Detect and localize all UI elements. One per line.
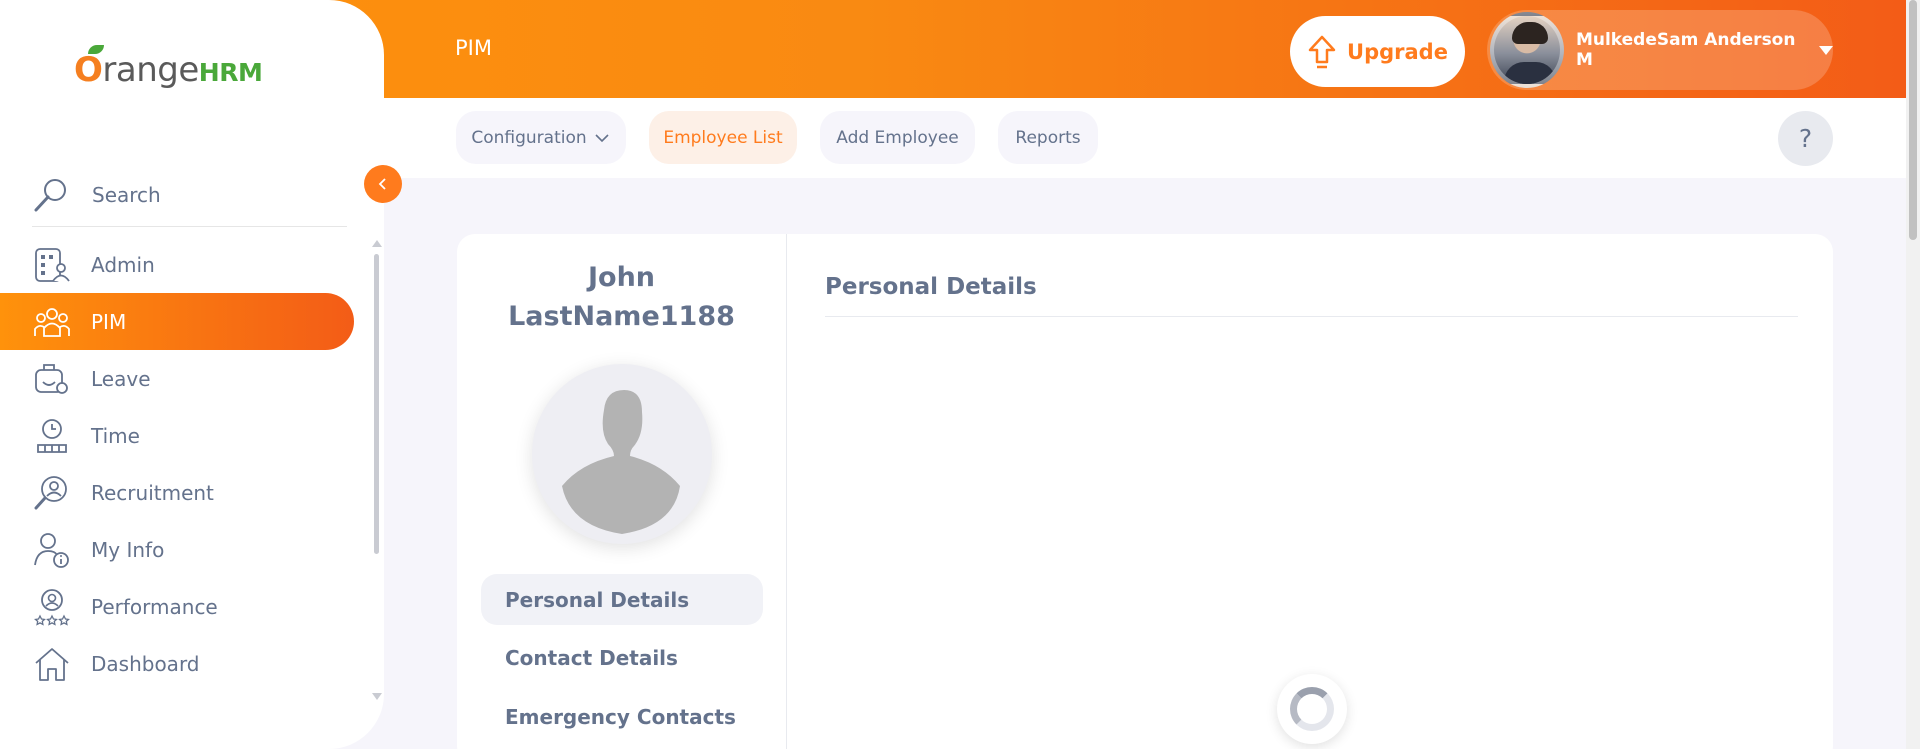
section-divider xyxy=(825,316,1798,317)
sidebar-item-label: Admin xyxy=(91,252,155,277)
sidebar-search[interactable]: Search xyxy=(32,163,347,227)
tab-label: Contact Details xyxy=(505,645,678,670)
top-subnav: Configuration Employee List Add Employee… xyxy=(384,98,1906,178)
upgrade-label: Upgrade xyxy=(1347,39,1448,64)
subnav-employee-list-label: Employee List xyxy=(663,127,783,148)
collapse-sidebar-button[interactable] xyxy=(364,165,402,203)
employee-profile-picture[interactable] xyxy=(532,364,712,544)
logo-hrm: HRM xyxy=(198,58,263,87)
performance-icon xyxy=(34,588,70,626)
sidebar-item-performance[interactable]: Performance xyxy=(0,578,354,635)
sidebar-item-label: Dashboard xyxy=(91,651,200,676)
tab-personal-details[interactable]: Personal Details xyxy=(481,574,763,625)
window-scroll-thumb[interactable] xyxy=(1909,0,1917,240)
logo-range: range xyxy=(102,50,199,90)
search-icon xyxy=(34,178,66,211)
time-icon xyxy=(37,418,67,453)
user-name: MulkedeSam Anderson M xyxy=(1575,30,1796,70)
recruitment-icon xyxy=(34,475,67,509)
subnav-reports-label: Reports xyxy=(1015,127,1081,148)
tab-contact-details[interactable]: Contact Details xyxy=(481,632,763,683)
sidebar-item-pim[interactable]: PIM xyxy=(0,293,354,350)
employee-details-card: John LastName1188 Personal Details Conta… xyxy=(457,234,1833,749)
help-button[interactable]: ? xyxy=(1778,111,1833,166)
card-divider xyxy=(786,234,787,749)
caret-down-icon xyxy=(1819,45,1833,55)
upgrade-arrow-icon xyxy=(1308,35,1336,68)
tab-emergency-contacts[interactable]: Emergency Contacts xyxy=(481,691,763,742)
chevron-down-icon xyxy=(595,133,609,142)
employee-name: John LastName1188 xyxy=(457,258,786,336)
admin-icon xyxy=(35,247,70,282)
leave-icon xyxy=(35,363,68,394)
subnav-reports[interactable]: Reports xyxy=(998,111,1098,164)
subnav-configuration-label: Configuration xyxy=(471,127,587,148)
sidebar-scroll-thumb[interactable] xyxy=(374,254,379,554)
user-dropdown[interactable]: MulkedeSam Anderson M xyxy=(1487,10,1833,90)
subnav-add-employee[interactable]: Add Employee xyxy=(820,111,975,164)
dashboard-icon xyxy=(35,647,69,681)
subnav-add-employee-label: Add Employee xyxy=(836,127,959,148)
sidebar: OrangeHRM Search Admin PIM Leave Time Re… xyxy=(0,0,384,749)
sidebar-item-label: PIM xyxy=(91,309,127,334)
sidebar-item-label: Performance xyxy=(91,594,218,619)
sidebar-item-admin[interactable]: Admin xyxy=(0,236,354,293)
my-info-icon xyxy=(34,532,69,568)
sidebar-item-leave[interactable]: Leave xyxy=(0,350,354,407)
tab-label: Personal Details xyxy=(505,587,690,612)
sidebar-item-dashboard[interactable]: Dashboard xyxy=(0,635,354,692)
sidebar-item-label: My Info xyxy=(91,537,165,562)
logo-o: O xyxy=(74,50,103,90)
scroll-up-icon xyxy=(372,240,382,247)
default-avatar-icon xyxy=(544,378,700,534)
sidebar-item-recruitment[interactable]: Recruitment xyxy=(0,464,354,521)
avatar xyxy=(1490,12,1564,88)
scroll-down-icon xyxy=(372,693,382,700)
sidebar-item-label: Time xyxy=(91,423,140,448)
search-label: Search xyxy=(92,182,161,207)
tab-label: Emergency Contacts xyxy=(505,704,736,729)
sidebar-item-time[interactable]: Time xyxy=(0,407,354,464)
orangehrm-logo: OrangeHRM xyxy=(74,45,263,90)
employee-first-name: John xyxy=(587,262,656,293)
subnav-employee-list[interactable]: Employee List xyxy=(649,111,797,164)
loading-spinner-icon xyxy=(1277,674,1347,744)
subnav-configuration[interactable]: Configuration xyxy=(456,111,626,164)
sidebar-scrollbar[interactable] xyxy=(372,240,382,700)
sidebar-item-label: Recruitment xyxy=(91,480,214,505)
upgrade-button[interactable]: Upgrade xyxy=(1290,16,1465,87)
sidebar-item-my-info[interactable]: My Info xyxy=(0,521,354,578)
chevron-left-icon xyxy=(378,178,386,190)
window-scrollbar[interactable] xyxy=(1906,0,1920,749)
sidebar-item-label: Leave xyxy=(91,366,151,391)
pim-icon xyxy=(34,307,70,337)
module-title: PIM xyxy=(455,36,492,60)
employee-last-name: LastName1188 xyxy=(508,301,735,332)
help-icon: ? xyxy=(1798,124,1813,153)
section-title: Personal Details xyxy=(825,274,1037,300)
